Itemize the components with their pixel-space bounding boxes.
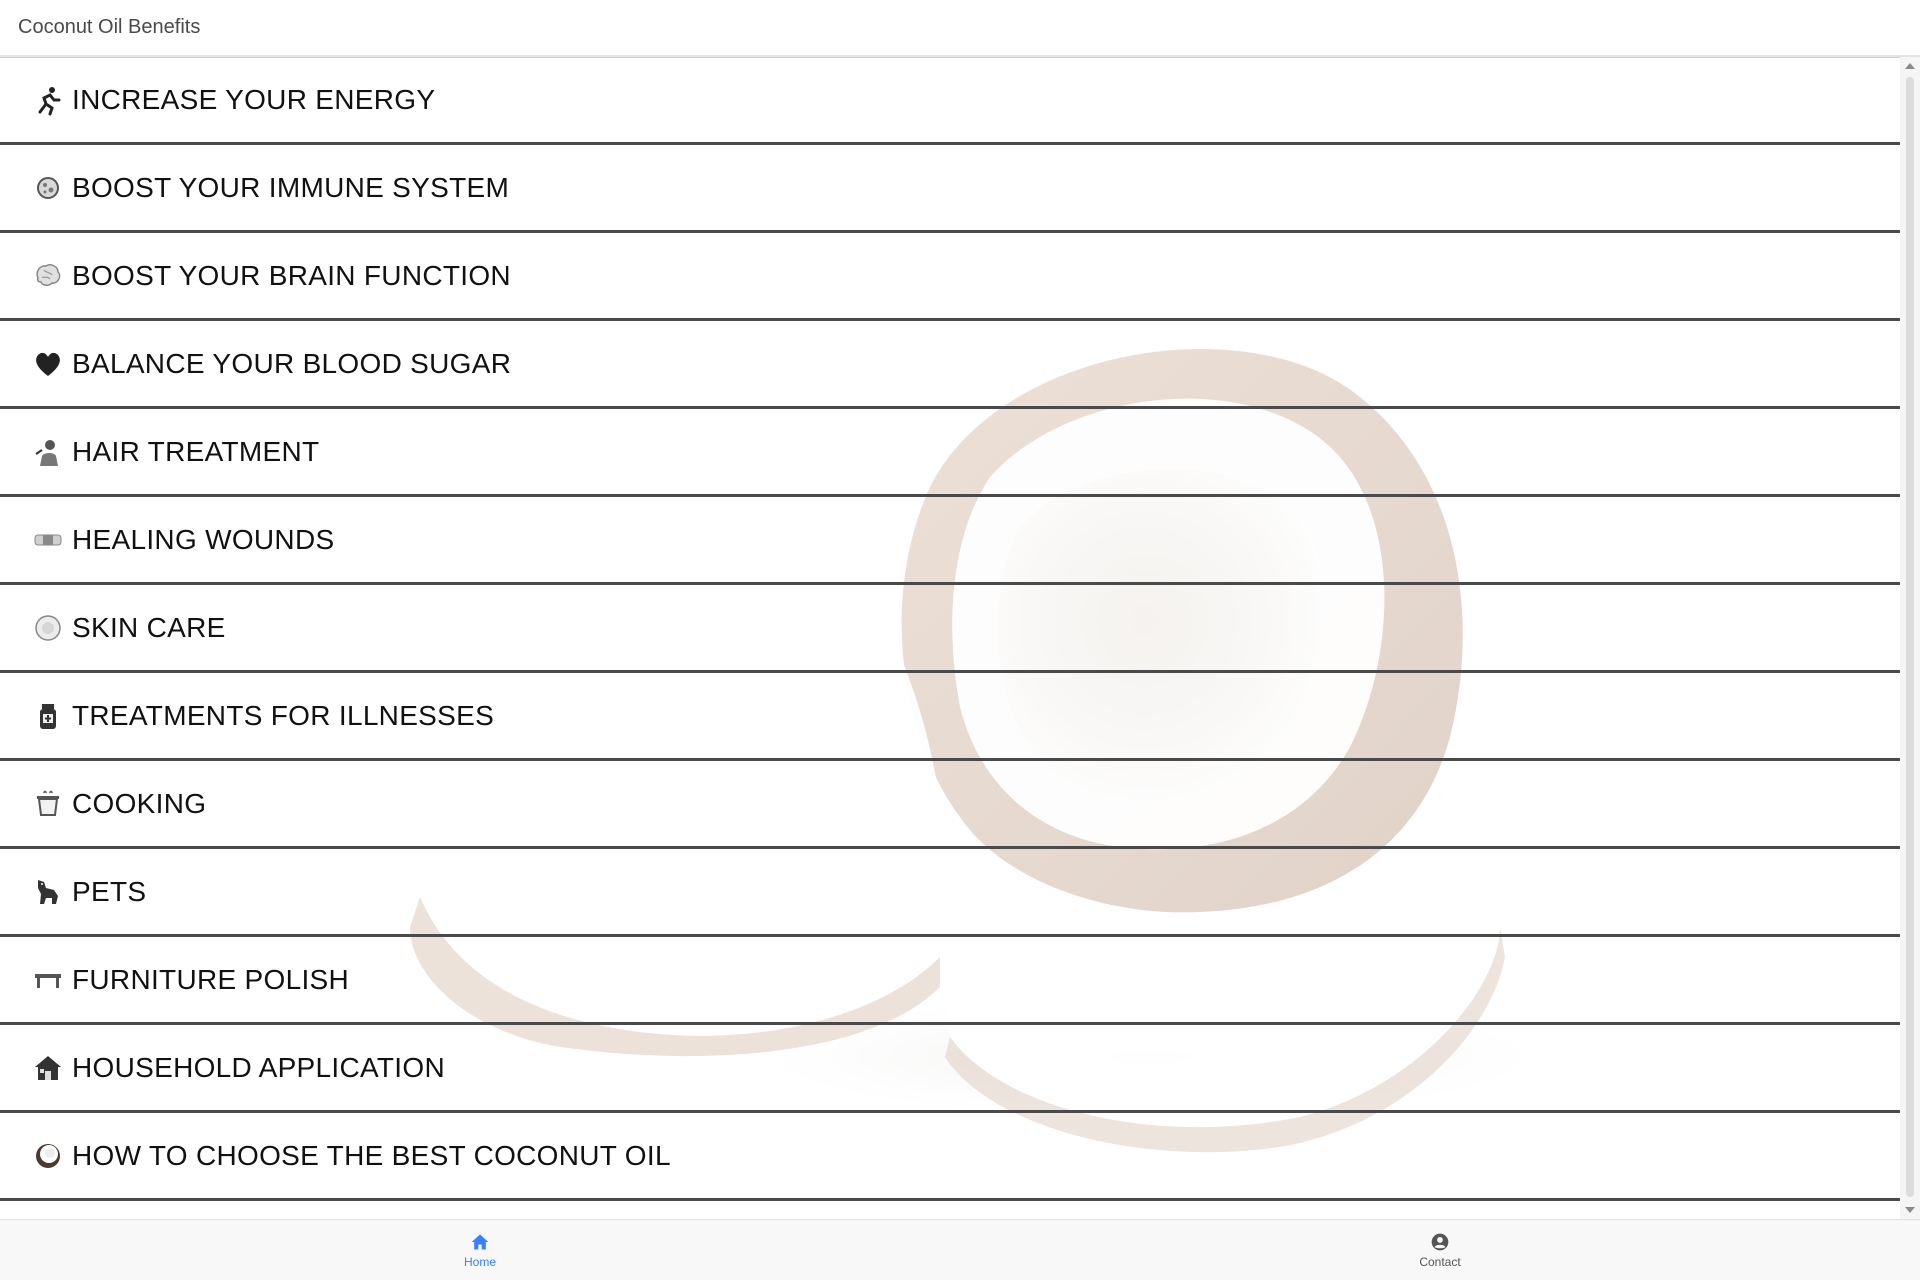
list-item-label: HEALING WOUNDS bbox=[72, 523, 335, 555]
tab-home[interactable]: Home bbox=[0, 1220, 960, 1280]
app-window: Coconut Oil Benefits INCREASE YOUR ENERG… bbox=[0, 0, 1920, 1280]
list-item[interactable]: FURNITURE POLISH bbox=[0, 937, 1900, 1025]
cooking-pot-icon bbox=[30, 786, 66, 822]
list-item-label: HOW TO CHOOSE THE BEST COCONUT OIL bbox=[72, 1139, 671, 1171]
list-item[interactable]: BOOST YOUR IMMUNE SYSTEM bbox=[0, 145, 1900, 233]
list-item[interactable]: PETS bbox=[0, 849, 1900, 937]
scroll-up-arrow-icon[interactable] bbox=[1905, 63, 1915, 69]
list-item-label: SKIN CARE bbox=[72, 611, 226, 643]
list-item-label: BALANCE YOUR BLOOD SUGAR bbox=[72, 347, 512, 379]
bandage-icon bbox=[30, 522, 66, 558]
list-item[interactable]: INCREASE YOUR ENERGY bbox=[0, 57, 1900, 145]
dog-icon bbox=[30, 874, 66, 910]
brain-icon bbox=[30, 258, 66, 294]
list-item[interactable]: SKIN CARE bbox=[0, 585, 1900, 673]
heart-icon bbox=[30, 346, 66, 382]
bottom-tab-bar: Home Contact bbox=[0, 1219, 1920, 1280]
content-area[interactable]: INCREASE YOUR ENERGY BOOST YOUR IMMUNE SY… bbox=[0, 57, 1920, 1219]
virus-icon bbox=[30, 170, 66, 206]
scrollbar-thumb[interactable] bbox=[1906, 77, 1914, 1197]
list-item[interactable]: COOKING bbox=[0, 761, 1900, 849]
list-item[interactable]: HOW TO CHOOSE THE BEST COCONUT OIL bbox=[0, 1113, 1900, 1201]
tab-contact-label: Contact bbox=[1419, 1254, 1461, 1269]
list-item-label: FURNITURE POLISH bbox=[72, 963, 350, 995]
house-icon bbox=[30, 1050, 66, 1086]
list-item[interactable]: HAIR TREATMENT bbox=[0, 409, 1900, 497]
list-item[interactable]: HOUSEHOLD APPLICATION bbox=[0, 1025, 1900, 1113]
list-item-label: HAIR TREATMENT bbox=[72, 435, 320, 467]
list-item-label: COOKING bbox=[72, 787, 207, 819]
benefits-list: INCREASE YOUR ENERGY BOOST YOUR IMMUNE SY… bbox=[0, 57, 1900, 1201]
tab-home-label: Home bbox=[463, 1254, 496, 1269]
table-icon bbox=[30, 962, 66, 998]
page-title: Coconut Oil Benefits bbox=[18, 16, 201, 38]
hair-salon-icon bbox=[30, 434, 66, 470]
tab-contact[interactable]: Contact bbox=[960, 1220, 1920, 1280]
contact-icon bbox=[1431, 1233, 1449, 1250]
list-item[interactable]: TREATMENTS FOR ILLNESSES bbox=[0, 673, 1900, 761]
skin-cream-icon bbox=[30, 610, 66, 646]
list-item[interactable]: BOOST YOUR BRAIN FUNCTION bbox=[0, 233, 1900, 321]
title-bar: Coconut Oil Benefits bbox=[0, 0, 1920, 57]
list-item-label: HOUSEHOLD APPLICATION bbox=[72, 1051, 445, 1083]
list-item-label: BOOST YOUR IMMUNE SYSTEM bbox=[72, 171, 510, 203]
scroll-down-arrow-icon[interactable] bbox=[1905, 1207, 1915, 1213]
runner-icon bbox=[30, 82, 66, 118]
list-item-label: TREATMENTS FOR ILLNESSES bbox=[72, 699, 495, 731]
list-item[interactable]: BALANCE YOUR BLOOD SUGAR bbox=[0, 321, 1900, 409]
medicine-bottle-icon bbox=[30, 698, 66, 734]
home-icon bbox=[471, 1234, 489, 1249]
list-item-label: INCREASE YOUR ENERGY bbox=[72, 84, 436, 115]
list-item-label: PETS bbox=[72, 875, 147, 907]
list-item-label: BOOST YOUR BRAIN FUNCTION bbox=[72, 259, 511, 291]
list-item[interactable]: HEALING WOUNDS bbox=[0, 497, 1900, 585]
coconut-icon bbox=[30, 1138, 66, 1174]
scrollbar[interactable] bbox=[1900, 57, 1920, 1219]
